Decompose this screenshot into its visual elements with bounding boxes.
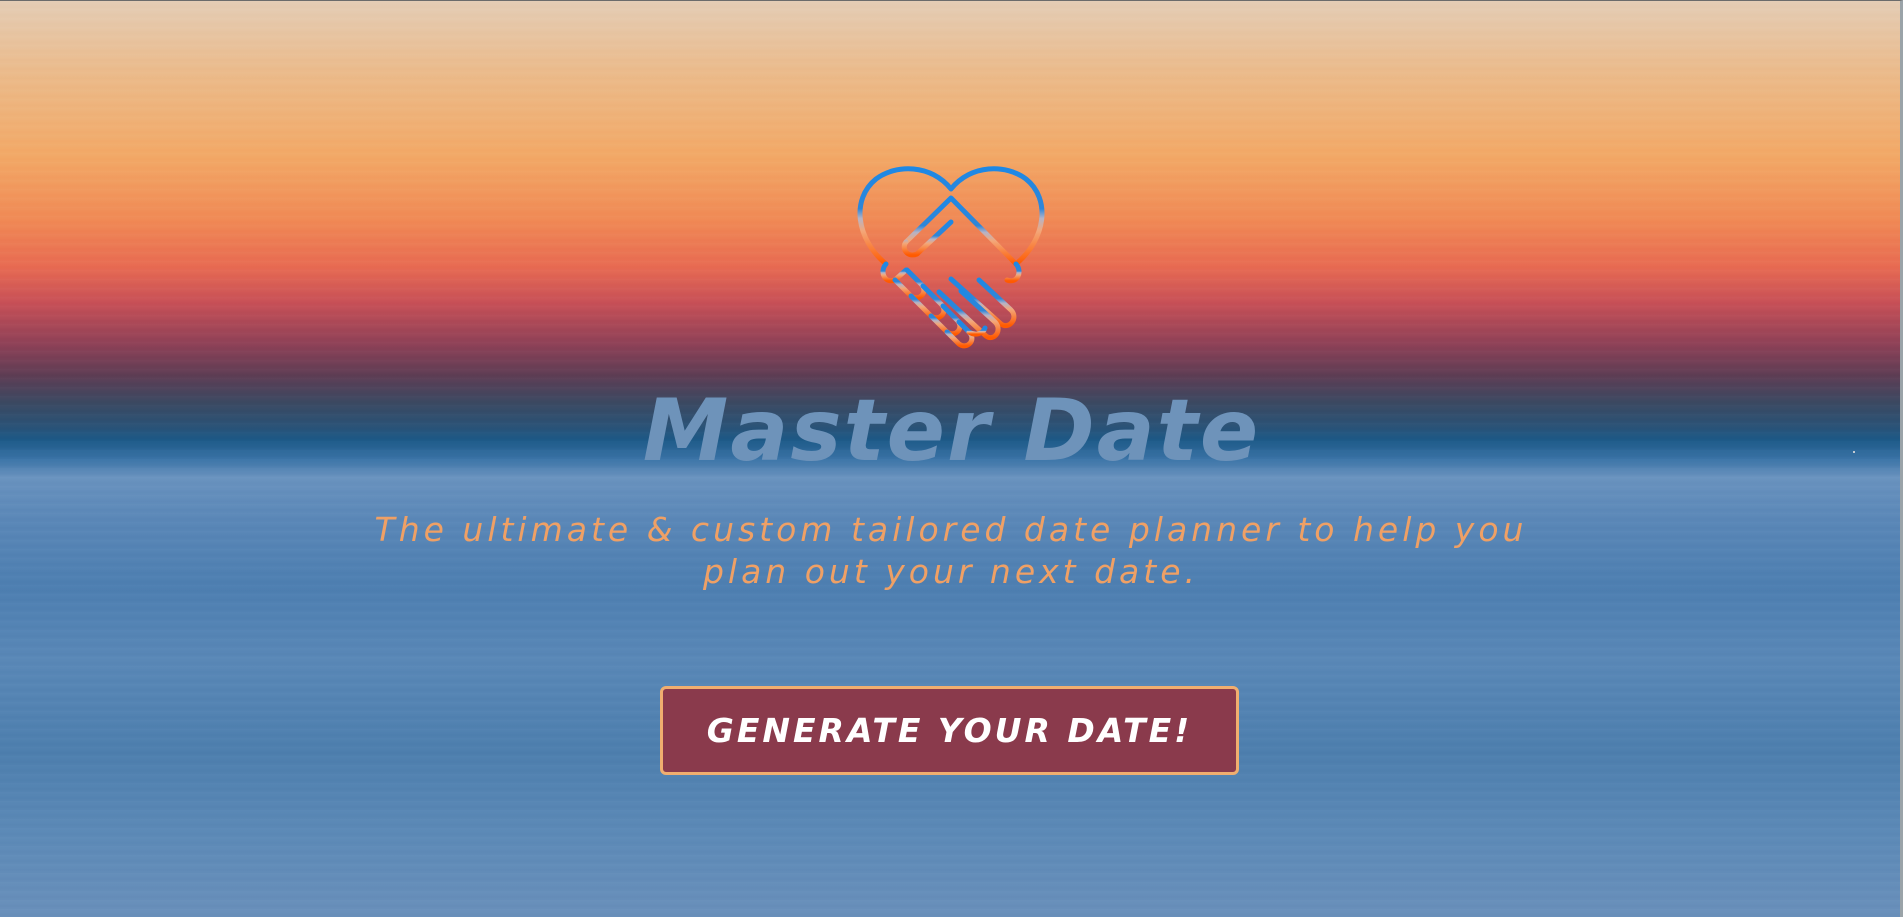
hero-section: Master Date The ultimate & custom tailor… xyxy=(0,0,1903,917)
generate-date-button[interactable]: Generate your date! xyxy=(660,686,1239,775)
app-title: Master Date xyxy=(642,381,1261,481)
app-tagline: The ultimate & custom tailored date plan… xyxy=(374,510,1528,591)
heart-handshake-icon xyxy=(851,164,1051,354)
